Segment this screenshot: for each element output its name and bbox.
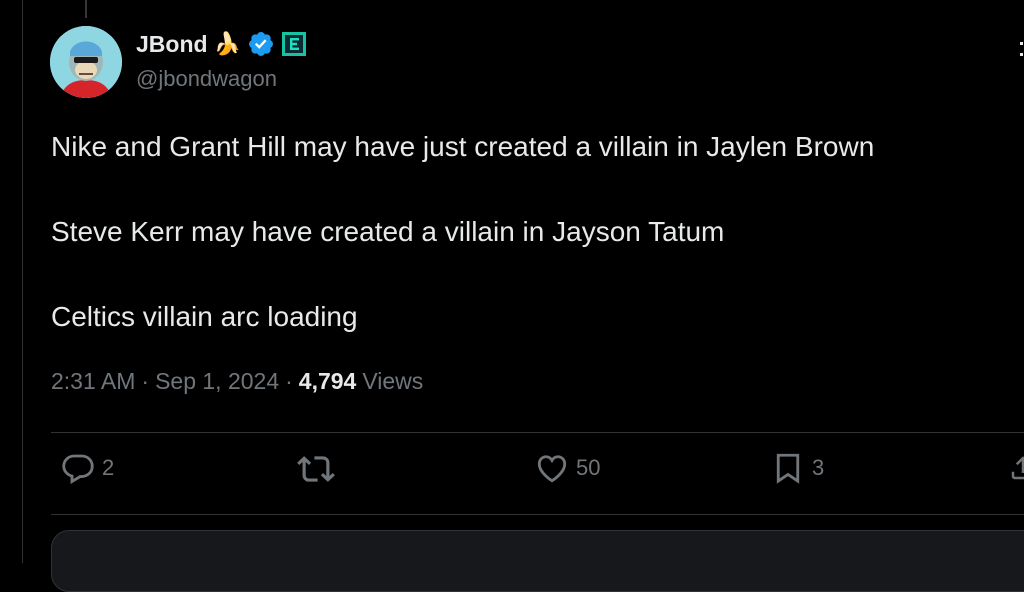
views-label: Views <box>362 368 424 394</box>
meta-separator: · <box>285 368 293 394</box>
verified-badge-icon[interactable] <box>247 30 275 58</box>
affiliate-badge-icon[interactable] <box>281 31 307 57</box>
divider-top <box>51 432 1024 433</box>
reply-prompt-card[interactable] <box>51 530 1024 592</box>
tweet-meta: 2:31 AM · Sep 1, 2024 · 4,794 Views <box>51 368 423 395</box>
thread-connector-line <box>85 0 87 18</box>
tweet-actions-bar: 2 50 3 <box>0 450 1024 498</box>
more-options-icon[interactable] <box>1012 40 1024 60</box>
views-count[interactable]: 4,794 <box>299 368 357 395</box>
tweet-body: Nike and Grant Hill may have just create… <box>51 130 1011 334</box>
bookmark-count: 3 <box>812 455 825 480</box>
tweet-text-line: Celtics villain arc loading <box>51 301 358 332</box>
tweet-text-line: Steve Kerr may have created a villain in… <box>51 216 725 247</box>
avatar[interactable] <box>50 26 122 98</box>
retweet-icon <box>297 456 335 482</box>
like-count: 50 <box>576 455 601 480</box>
share-icon <box>1011 456 1024 480</box>
share-button[interactable] <box>1008 450 1024 486</box>
retweet-button[interactable] <box>297 450 341 488</box>
banana-emoji: 🍌 <box>213 31 241 56</box>
tweet-date[interactable]: Sep 1, 2024 <box>155 368 279 395</box>
avatar-ape-icon <box>50 26 122 98</box>
meta-separator: · <box>141 368 150 394</box>
tweet-text-line: Nike and Grant Hill may have just create… <box>51 131 875 162</box>
reply-count: 2 <box>102 455 115 480</box>
author-name-row: JBond 🍌 <box>136 30 307 58</box>
reply-icon <box>62 454 94 485</box>
like-button[interactable]: 50 <box>534 450 600 486</box>
bookmark-icon <box>776 453 800 484</box>
tweet-time[interactable]: 2:31 AM <box>51 368 135 395</box>
author-handle[interactable]: @jbondwagon <box>136 66 277 92</box>
reply-button[interactable]: 2 <box>60 450 114 486</box>
author-display-name[interactable]: JBond <box>136 31 208 58</box>
divider-bottom <box>51 514 1024 515</box>
heart-icon <box>537 455 567 483</box>
bookmark-button[interactable]: 3 <box>770 450 824 486</box>
